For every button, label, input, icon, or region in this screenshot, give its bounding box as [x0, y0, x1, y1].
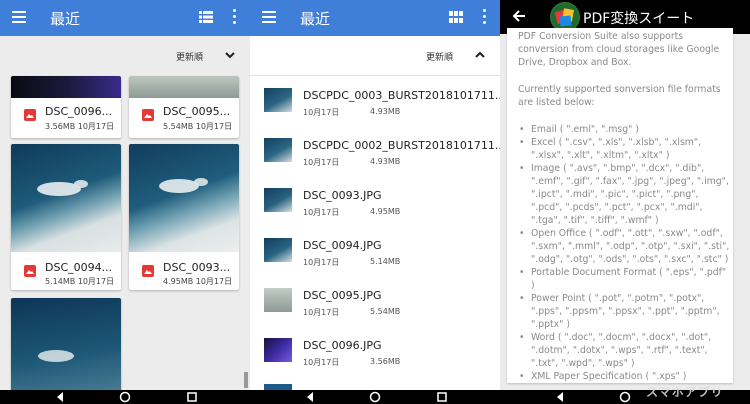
- arrow-back-icon[interactable]: [512, 9, 526, 23]
- menu-icon[interactable]: [262, 11, 276, 23]
- photo-thumbnail: [264, 188, 292, 212]
- file-size: 4.93MB: [370, 107, 401, 116]
- app-bar: 最近: [0, 0, 250, 36]
- photo-thumbnail: [264, 338, 292, 362]
- photo-thumbnail: [264, 138, 292, 162]
- file-name: DSC_0094.JPG: [303, 239, 382, 252]
- photo-thumbnail: [11, 76, 121, 98]
- format-item: Excel ( ".csv", ".xls", ".xlsb", ".xlsm"…: [518, 136, 730, 162]
- format-item: Image ( ".avs", ".bmp", ".dcx", ".dib", …: [518, 162, 730, 227]
- nav-home-icon[interactable]: [619, 391, 631, 403]
- file-card[interactable]: DSC_0094... 5.14MB 10月17日: [11, 144, 121, 290]
- photo-thumbnail: [264, 88, 292, 112]
- more-vert-icon[interactable]: [483, 9, 487, 25]
- file-size: 4.93MB: [370, 157, 401, 166]
- watermark: スマホアプリ: [646, 385, 724, 399]
- list-item[interactable]: DSC_0095.JPG 10月17日 5.54MB: [250, 278, 500, 326]
- file-size: 5.14MB: [370, 257, 401, 266]
- list-item[interactable]: DSC_0094.JPG 10月17日 5.14MB: [250, 228, 500, 276]
- chevron-down-icon[interactable]: [224, 49, 236, 61]
- file-card[interactable]: DSC_0093... 4.95MB 10月17日: [129, 144, 239, 290]
- nav-back-icon[interactable]: [554, 391, 566, 403]
- file-name: DSC_0096.JPG: [303, 339, 382, 352]
- chevron-up-icon[interactable]: [474, 49, 486, 61]
- file-date: 10月17日: [303, 358, 340, 367]
- nav-home-icon[interactable]: [119, 391, 131, 403]
- sort-label[interactable]: 更新順: [176, 50, 203, 63]
- file-browser-list-panel: 最近 更新順 DSCPDC_0003_BURST2018101711... 10…: [250, 0, 500, 390]
- photo-thumbnail: [11, 144, 121, 252]
- file-date: 10月17日: [303, 208, 340, 217]
- nav-home-icon[interactable]: [369, 391, 381, 403]
- photo-thumbnail: [129, 76, 239, 98]
- page-title: 最近: [300, 10, 331, 28]
- format-item: Open Office ( ".odf", ".ott", ".sxw", ".…: [518, 227, 730, 266]
- file-meta: 5.14MB 10月17日: [45, 277, 115, 286]
- file-card[interactable]: DSC_0096... 3.56MB 10月17日: [11, 76, 121, 138]
- list-item[interactable]: DSC_0096.JPG 10月17日 3.56MB: [250, 328, 500, 376]
- format-item: Email ( ".eml", ".msg" ): [518, 123, 730, 136]
- file-size: 3.56MB: [370, 357, 401, 366]
- file-name: DSC_0093.JPG: [303, 189, 382, 202]
- file-browser-grid-panel: 最近 更新順 DSC_0096... 3.56MB 10月17日 DSC_009…: [0, 0, 250, 390]
- intro-text: PDF Conversion Suite also supports conve…: [518, 31, 720, 68]
- file-name: DSC_0093...: [163, 261, 231, 274]
- file-size: 5.54MB: [370, 307, 401, 316]
- file-date: 10月17日: [303, 308, 340, 317]
- file-meta: 5.54MB 10月17日: [163, 122, 233, 131]
- image-file-icon: [142, 265, 154, 277]
- file-card[interactable]: DSC_0095... 5.54MB 10月17日: [129, 76, 239, 138]
- nav-recents-icon[interactable]: [436, 391, 448, 403]
- file-size: 4.95MB: [370, 207, 401, 216]
- format-item: XML Paper Specification ( ".xps" ): [518, 370, 730, 383]
- sort-bar: 更新順: [250, 36, 500, 76]
- file-name: DSCPDC_0002_BURST2018101711...: [303, 139, 500, 152]
- more-vert-icon[interactable]: [233, 9, 237, 25]
- supported-heading: Currently supported sonversion file form…: [518, 84, 721, 108]
- format-item: Portable Document Format ( ".eps", ".pdf…: [518, 266, 730, 292]
- scrollbar[interactable]: [244, 372, 248, 388]
- file-card[interactable]: [11, 298, 121, 390]
- image-file-icon: [24, 265, 36, 277]
- file-date: 10月17日: [303, 158, 340, 167]
- list-item[interactable]: DSC_0093.JPG 10月17日 4.95MB: [250, 178, 500, 226]
- app-description-card: PDF Conversion Suite also supports conve…: [507, 28, 733, 383]
- list-view-icon[interactable]: [199, 11, 213, 23]
- file-name: DSC_0094...: [45, 261, 113, 274]
- nav-recents-icon[interactable]: [186, 391, 198, 403]
- photo-thumbnail: [11, 298, 121, 390]
- app-bar: 最近: [250, 0, 500, 36]
- page-title: 最近: [50, 10, 81, 28]
- image-file-icon: [142, 109, 154, 121]
- nav-back-icon[interactable]: [304, 391, 316, 403]
- nav-back-icon[interactable]: [54, 391, 66, 403]
- file-name: DSC_0096...: [45, 105, 113, 118]
- sort-bar: 更新順: [0, 36, 250, 76]
- file-name: DSC_0095...: [163, 105, 231, 118]
- file-date: 10月17日: [303, 108, 340, 117]
- photo-thumbnail: [264, 238, 292, 262]
- app-title: PDF変換スイート: [583, 11, 695, 27]
- image-file-icon: [24, 109, 36, 121]
- list-item[interactable]: DSCPDC_0003_BURST2018101711... 10月17日 4.…: [250, 78, 500, 126]
- grid-view-icon[interactable]: [449, 11, 463, 23]
- photo-thumbnail: [264, 288, 292, 312]
- menu-icon[interactable]: [12, 11, 26, 23]
- file-name: DSCPDC_0003_BURST2018101711...: [303, 89, 500, 102]
- format-list: Email ( ".eml", ".msg" ) Excel ( ".csv",…: [518, 123, 730, 383]
- file-date: 10月17日: [303, 258, 340, 267]
- photo-thumbnail: [129, 144, 239, 252]
- file-meta: 4.95MB 10月17日: [163, 277, 233, 286]
- system-nav-bar: [0, 390, 750, 404]
- sort-label[interactable]: 更新順: [426, 50, 453, 63]
- format-item: Power Point ( ".pot", ".potm", ".potx", …: [518, 292, 730, 331]
- list-item[interactable]: DSCPDC_0002_BURST2018101711... 10月17日 4.…: [250, 128, 500, 176]
- file-meta: 3.56MB 10月17日: [45, 122, 115, 131]
- file-name: DSC_0095.JPG: [303, 289, 382, 302]
- format-item: Word ( ".doc", ".docm", ".docx", ".dot",…: [518, 331, 730, 370]
